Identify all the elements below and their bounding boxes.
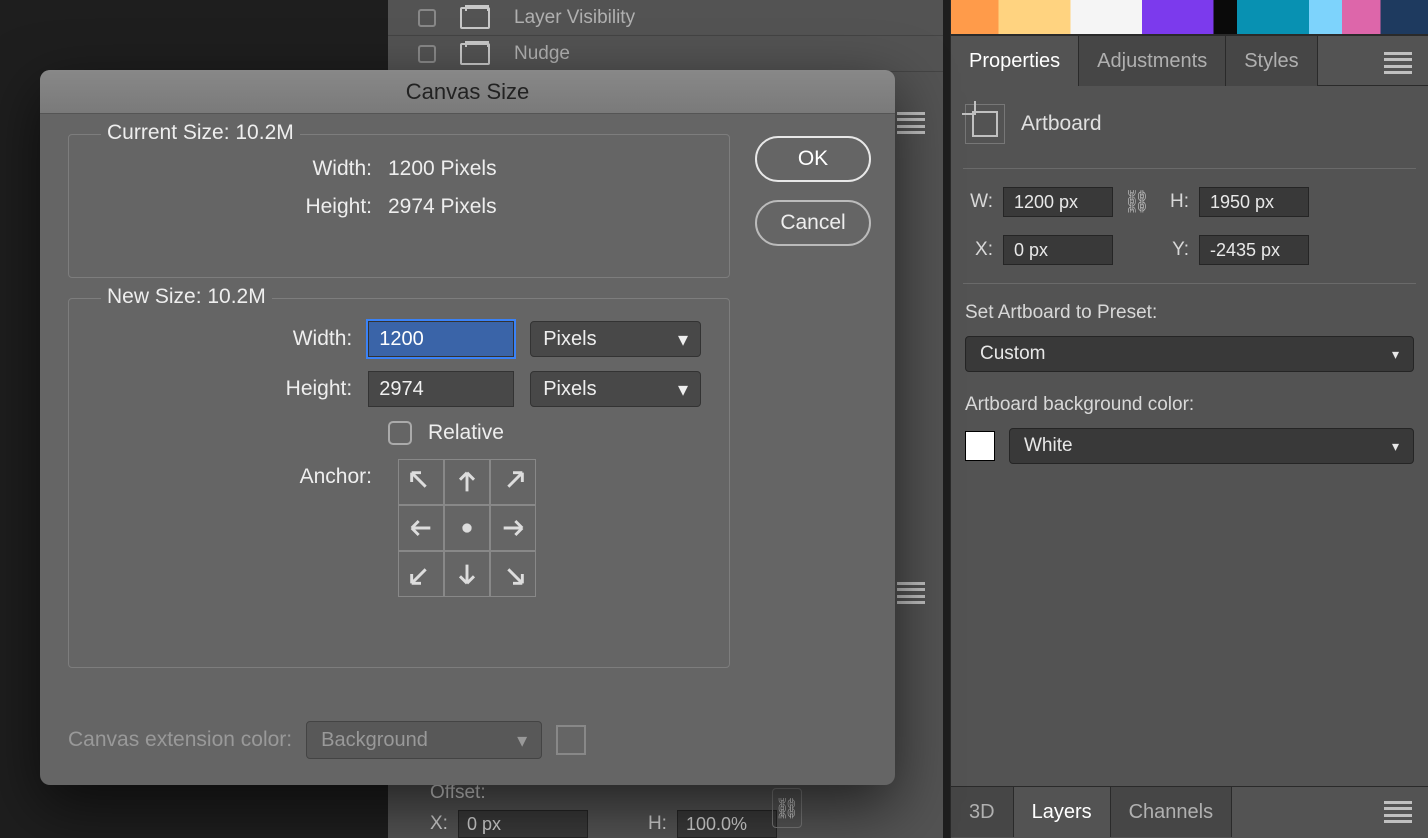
y-input[interactable] [1199, 235, 1309, 265]
anchor-label: Anchor: [97, 459, 372, 489]
anchor-w[interactable] [398, 505, 444, 551]
link-icon[interactable]: ⛓ [772, 788, 802, 828]
tab-properties[interactable]: Properties [951, 36, 1079, 86]
anchor-grid [398, 459, 536, 597]
chevron-down-icon: ▾ [517, 728, 527, 753]
height-unit-dropdown[interactable]: Pixels ▾ [530, 371, 701, 407]
width-input[interactable] [1003, 187, 1113, 217]
dialog-title: Canvas Size [40, 70, 895, 114]
chevron-down-icon: ▾ [1392, 346, 1399, 363]
tab-channels[interactable]: Channels [1111, 787, 1233, 837]
current-width-label: Width: [97, 157, 372, 181]
y-label: Y: [1161, 239, 1189, 261]
chevron-down-icon: ▾ [678, 377, 688, 402]
character-offset-section: Offset: X: H: ⛓ [430, 782, 930, 838]
anchor-s[interactable] [444, 551, 490, 597]
x-input[interactable] [1003, 235, 1113, 265]
anchor-e[interactable] [490, 505, 536, 551]
anchor-center[interactable] [444, 505, 490, 551]
bottom-panel-tabs: 3D Layers Channels [951, 786, 1428, 838]
panel-menu-icon[interactable] [897, 112, 925, 134]
preset-dropdown[interactable]: Custom ▾ [965, 336, 1414, 372]
history-step-icon [460, 7, 490, 29]
anchor-se[interactable] [490, 551, 536, 597]
history-row[interactable]: Layer Visibility [388, 0, 943, 36]
canvas-size-dialog: Canvas Size OK Cancel Current Size: 10.2… [40, 70, 895, 785]
cancel-button[interactable]: Cancel [755, 200, 871, 246]
tab-styles[interactable]: Styles [1226, 36, 1317, 86]
offset-label: Offset: [430, 782, 930, 804]
current-size-label: Current Size: 10.2M [101, 121, 300, 145]
height-label: H: [1161, 191, 1189, 213]
width-unit-dropdown[interactable]: Pixels ▾ [530, 321, 701, 357]
link-dimensions-icon[interactable]: ⛓ [1123, 189, 1151, 215]
artboard-title: Artboard [1021, 112, 1102, 136]
current-height-value: 2974 Pixels [388, 195, 497, 219]
panel-tabs: Properties Adjustments Styles [951, 36, 1428, 86]
history-checkbox[interactable] [418, 9, 436, 27]
offset-h-input[interactable] [677, 810, 777, 838]
relative-checkbox[interactable] [388, 421, 412, 445]
anchor-n[interactable] [444, 459, 490, 505]
current-width-value: 1200 Pixels [388, 157, 497, 181]
divider [963, 168, 1416, 169]
new-width-label: Width: [97, 327, 352, 351]
history-label: Nudge [514, 43, 570, 65]
history-step-icon [460, 43, 490, 65]
bgcolor-dropdown[interactable]: White ▾ [1009, 428, 1414, 464]
x-label: X: [965, 239, 993, 261]
bgcolor-section-label: Artboard background color: [965, 394, 1414, 416]
properties-panel: Properties Adjustments Styles Artboard W… [950, 0, 1428, 838]
new-size-label: New Size: 10.2M [101, 285, 272, 309]
new-width-input[interactable] [368, 321, 514, 357]
relative-label: Relative [428, 421, 504, 445]
artboard-icon [965, 104, 1005, 144]
current-height-label: Height: [97, 195, 372, 219]
preset-value: Custom [980, 343, 1045, 365]
tab-layers[interactable]: Layers [1014, 787, 1111, 837]
bgcolor-value: White [1024, 435, 1073, 457]
height-input[interactable] [1199, 187, 1309, 217]
ok-button[interactable]: OK [755, 136, 871, 182]
anchor-sw[interactable] [398, 551, 444, 597]
width-label: W: [965, 191, 993, 213]
preset-section-label: Set Artboard to Preset: [965, 302, 1414, 324]
height-unit-value: Pixels [543, 378, 596, 401]
history-checkbox[interactable] [418, 45, 436, 63]
divider [963, 283, 1416, 284]
offset-x-label: X: [430, 813, 448, 835]
bgcolor-swatch[interactable] [965, 431, 995, 461]
panel-menu-icon[interactable] [1384, 52, 1412, 74]
panel-menu-icon[interactable] [1384, 801, 1412, 823]
extension-color-label: Canvas extension color: [68, 728, 292, 752]
extension-color-dropdown: Background ▾ [306, 721, 542, 759]
tab-adjustments[interactable]: Adjustments [1079, 36, 1226, 86]
tab-3d[interactable]: 3D [951, 787, 1014, 837]
anchor-ne[interactable] [490, 459, 536, 505]
thumbnail-strip [951, 0, 1428, 36]
offset-x-input[interactable] [458, 810, 588, 838]
extension-color-swatch [556, 725, 586, 755]
chevron-down-icon: ▾ [678, 327, 688, 352]
extension-color-value: Background [321, 729, 428, 752]
width-unit-value: Pixels [543, 328, 596, 351]
history-row[interactable]: Nudge [388, 36, 943, 72]
offset-h-label: H: [648, 813, 667, 835]
new-height-label: Height: [97, 377, 352, 401]
new-height-input[interactable] [368, 371, 514, 407]
chevron-down-icon: ▾ [1392, 438, 1399, 455]
anchor-nw[interactable] [398, 459, 444, 505]
panel-menu-icon[interactable] [897, 582, 925, 604]
history-label: Layer Visibility [514, 7, 635, 29]
